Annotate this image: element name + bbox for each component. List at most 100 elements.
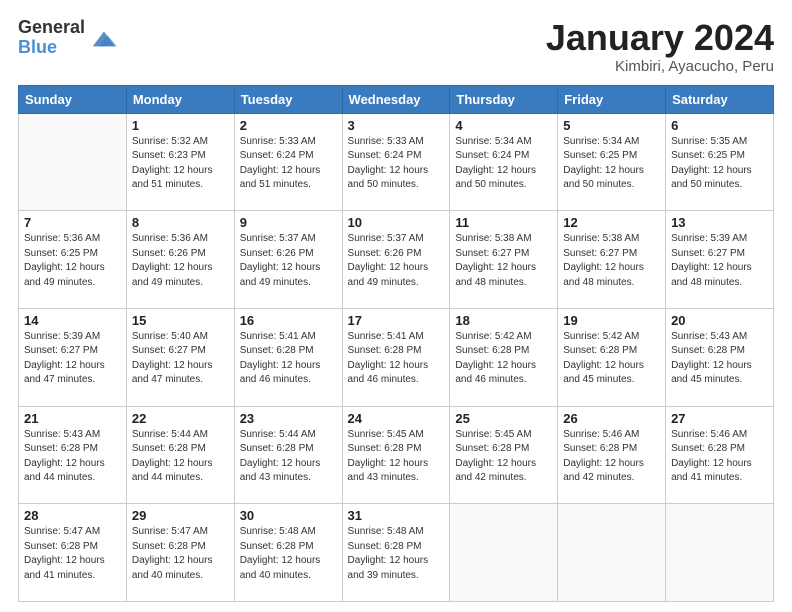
day-number: 13 xyxy=(671,215,768,230)
header-sunday: Sunday xyxy=(19,85,127,113)
day-info: Sunrise: 5:32 AM Sunset: 6:23 PM Dayligh… xyxy=(132,135,229,193)
table-row: 31Sunrise: 5:48 AM Sunset: 6:28 PM Dayli… xyxy=(342,504,450,602)
calendar-header-row: Sunday Monday Tuesday Wednesday Thursday… xyxy=(19,85,774,113)
day-number: 3 xyxy=(348,118,445,133)
table-row: 8Sunrise: 5:36 AM Sunset: 6:26 PM Daylig… xyxy=(126,211,234,309)
calendar-table: Sunday Monday Tuesday Wednesday Thursday… xyxy=(18,85,774,602)
day-info: Sunrise: 5:41 AM Sunset: 6:28 PM Dayligh… xyxy=(240,330,337,388)
day-number: 19 xyxy=(563,313,660,328)
table-row xyxy=(450,504,558,602)
table-row: 19Sunrise: 5:42 AM Sunset: 6:28 PM Dayli… xyxy=(558,308,666,406)
page: General Blue January 2024 Kimbiri, Ayacu… xyxy=(0,0,792,612)
day-info: Sunrise: 5:40 AM Sunset: 6:27 PM Dayligh… xyxy=(132,330,229,388)
day-info: Sunrise: 5:46 AM Sunset: 6:28 PM Dayligh… xyxy=(563,428,660,486)
day-info: Sunrise: 5:38 AM Sunset: 6:27 PM Dayligh… xyxy=(455,232,552,290)
day-info: Sunrise: 5:37 AM Sunset: 6:26 PM Dayligh… xyxy=(240,232,337,290)
day-number: 4 xyxy=(455,118,552,133)
day-info: Sunrise: 5:46 AM Sunset: 6:28 PM Dayligh… xyxy=(671,428,768,486)
month-title: January 2024 xyxy=(546,18,774,58)
table-row: 11 Sunrise: 5:38 AM Sunset: 6:27 PM Dayli… xyxy=(450,211,558,309)
table-row: 22 Sunrise: 5:44 AM Sunset: 6:28 PM Dayli… xyxy=(126,406,234,504)
day-info: Sunrise: 5:34 AM Sunset: 6:24 PM Dayligh… xyxy=(455,135,552,193)
day-number: 2 xyxy=(240,118,337,133)
table-row: 1 Sunrise: 5:32 AM Sunset: 6:23 PM Daylig… xyxy=(126,113,234,211)
table-row: 23 Sunrise: 5:44 AM Sunset: 6:28 PM Dayli… xyxy=(234,406,342,504)
title-block: January 2024 Kimbiri, Ayacucho, Peru xyxy=(546,18,774,75)
day-number: 26 xyxy=(563,411,660,426)
header-tuesday: Tuesday xyxy=(234,85,342,113)
table-row: 10 Sunrise: 5:37 AM Sunset: 6:26 PM Dayli… xyxy=(342,211,450,309)
day-number: 9 xyxy=(240,215,337,230)
day-number: 20 xyxy=(671,313,768,328)
day-info: Sunrise: 5:42 AM Sunset: 6:28 PM Dayligh… xyxy=(455,330,552,388)
header-friday: Friday xyxy=(558,85,666,113)
day-info: Sunrise: 5:43 AM Sunset: 6:28 PM Dayligh… xyxy=(24,428,121,486)
day-number: 10 xyxy=(348,215,445,230)
day-number: 22 xyxy=(132,411,229,426)
table-row: 6Sunrise: 5:35 AM Sunset: 6:25 PM Daylig… xyxy=(666,113,774,211)
table-row xyxy=(19,113,127,211)
day-info: Sunrise: 5:36 AM Sunset: 6:25 PM Dayligh… xyxy=(24,232,121,290)
table-row: 15 Sunrise: 5:40 AM Sunset: 6:27 PM Dayli… xyxy=(126,308,234,406)
day-info: Sunrise: 5:44 AM Sunset: 6:28 PM Dayligh… xyxy=(132,428,229,486)
calendar-week-row: 14 Sunrise: 5:39 AM Sunset: 6:27 PM Dayli… xyxy=(19,308,774,406)
day-number: 25 xyxy=(455,411,552,426)
day-info: Sunrise: 5:47 AM Sunset: 6:28 PM Dayligh… xyxy=(132,525,229,583)
day-number: 8 xyxy=(132,215,229,230)
table-row: 2 Sunrise: 5:33 AM Sunset: 6:24 PM Daylig… xyxy=(234,113,342,211)
day-number: 18 xyxy=(455,313,552,328)
calendar-week-row: 7Sunrise: 5:36 AM Sunset: 6:25 PM Daylig… xyxy=(19,211,774,309)
table-row: 27 Sunrise: 5:46 AM Sunset: 6:28 PM Dayli… xyxy=(666,406,774,504)
day-number: 30 xyxy=(240,508,337,523)
table-row: 24 Sunrise: 5:45 AM Sunset: 6:28 PM Dayli… xyxy=(342,406,450,504)
day-info: Sunrise: 5:48 AM Sunset: 6:28 PM Dayligh… xyxy=(348,525,445,583)
table-row: 17 Sunrise: 5:41 AM Sunset: 6:28 PM Dayli… xyxy=(342,308,450,406)
table-row: 18 Sunrise: 5:42 AM Sunset: 6:28 PM Dayli… xyxy=(450,308,558,406)
table-row: 3Sunrise: 5:33 AM Sunset: 6:24 PM Daylig… xyxy=(342,113,450,211)
table-row xyxy=(558,504,666,602)
day-number: 12 xyxy=(563,215,660,230)
table-row: 26 Sunrise: 5:46 AM Sunset: 6:28 PM Dayli… xyxy=(558,406,666,504)
header-monday: Monday xyxy=(126,85,234,113)
table-row: 28Sunrise: 5:47 AM Sunset: 6:28 PM Dayli… xyxy=(19,504,127,602)
table-row: 14 Sunrise: 5:39 AM Sunset: 6:27 PM Dayli… xyxy=(19,308,127,406)
day-info: Sunrise: 5:39 AM Sunset: 6:27 PM Dayligh… xyxy=(671,232,768,290)
day-number: 17 xyxy=(348,313,445,328)
day-number: 11 xyxy=(455,215,552,230)
day-number: 5 xyxy=(563,118,660,133)
day-number: 28 xyxy=(24,508,121,523)
day-number: 23 xyxy=(240,411,337,426)
day-number: 6 xyxy=(671,118,768,133)
day-number: 27 xyxy=(671,411,768,426)
day-info: Sunrise: 5:41 AM Sunset: 6:28 PM Dayligh… xyxy=(348,330,445,388)
day-info: Sunrise: 5:45 AM Sunset: 6:28 PM Dayligh… xyxy=(348,428,445,486)
day-number: 16 xyxy=(240,313,337,328)
logo-text: General Blue xyxy=(18,18,85,58)
day-number: 14 xyxy=(24,313,121,328)
calendar-week-row: 28 Sunrise: 5:47 AM Sunset: 6:28 PM Dayli… xyxy=(19,504,774,602)
day-number: 1 xyxy=(132,118,229,133)
table-row xyxy=(666,504,774,602)
table-row: 20 Sunrise: 5:43 AM Sunset: 6:28 PM Dayli… xyxy=(666,308,774,406)
day-info: Sunrise: 5:33 AM Sunset: 6:24 PM Dayligh… xyxy=(240,135,337,193)
day-info: Sunrise: 5:37 AM Sunset: 6:26 PM Dayligh… xyxy=(348,232,445,290)
day-info: Sunrise: 5:44 AM Sunset: 6:28 PM Dayligh… xyxy=(240,428,337,486)
table-row: 30Sunrise: 5:48 AM Sunset: 6:28 PM Dayli… xyxy=(234,504,342,602)
day-info: Sunrise: 5:43 AM Sunset: 6:28 PM Dayligh… xyxy=(671,330,768,388)
table-row: 4 Sunrise: 5:34 AM Sunset: 6:24 PM Daylig… xyxy=(450,113,558,211)
logo-icon xyxy=(89,24,117,52)
day-number: 24 xyxy=(348,411,445,426)
day-number: 29 xyxy=(132,508,229,523)
day-info: Sunrise: 5:45 AM Sunset: 6:28 PM Dayligh… xyxy=(455,428,552,486)
day-info: Sunrise: 5:39 AM Sunset: 6:27 PM Dayligh… xyxy=(24,330,121,388)
header-wednesday: Wednesday xyxy=(342,85,450,113)
location: Kimbiri, Ayacucho, Peru xyxy=(546,58,774,75)
table-row: 29 Sunrise: 5:47 AM Sunset: 6:28 PM Dayli… xyxy=(126,504,234,602)
table-row: 12Sunrise: 5:38 AM Sunset: 6:27 PM Dayli… xyxy=(558,211,666,309)
header: General Blue January 2024 Kimbiri, Ayacu… xyxy=(18,18,774,75)
header-saturday: Saturday xyxy=(666,85,774,113)
table-row: 16 Sunrise: 5:41 AM Sunset: 6:28 PM Dayli… xyxy=(234,308,342,406)
calendar-week-row: 1 Sunrise: 5:32 AM Sunset: 6:23 PM Daylig… xyxy=(19,113,774,211)
day-number: 15 xyxy=(132,313,229,328)
table-row: 7Sunrise: 5:36 AM Sunset: 6:25 PM Daylig… xyxy=(19,211,127,309)
